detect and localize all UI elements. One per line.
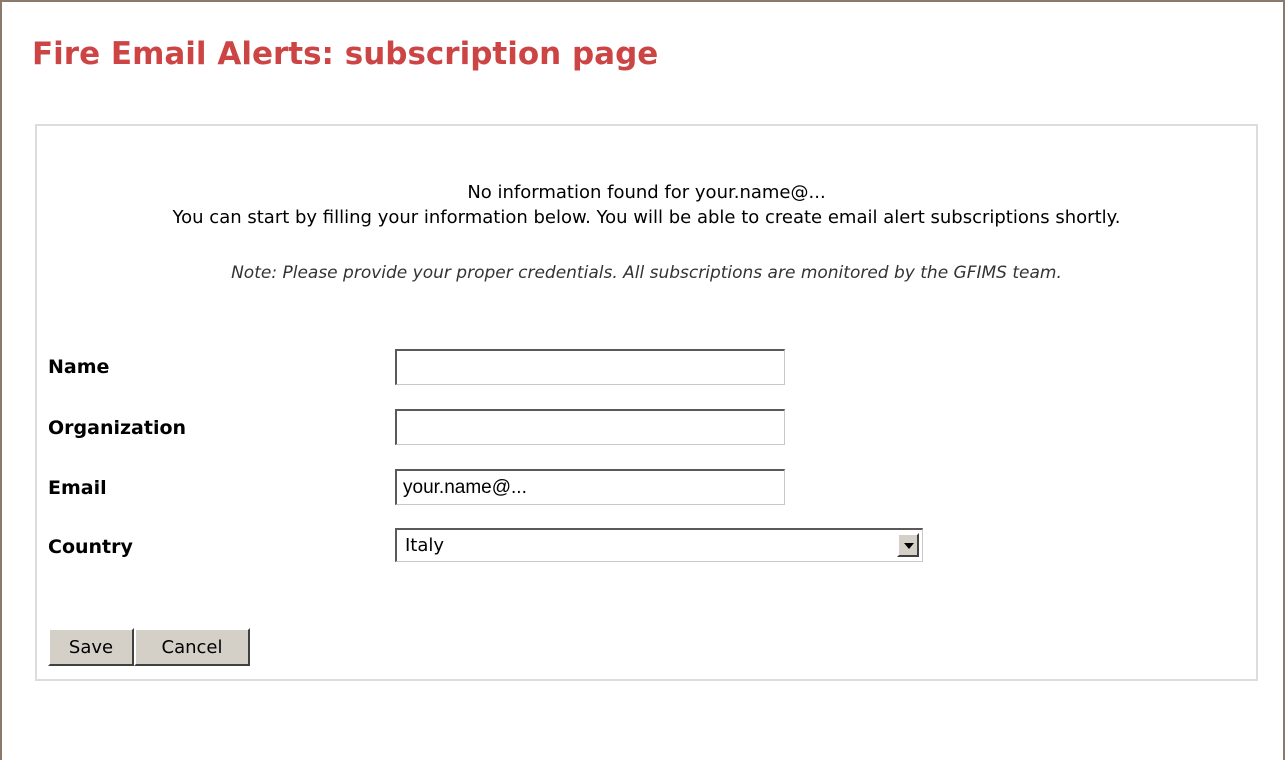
save-button[interactable]: Save xyxy=(48,628,134,666)
email-label: Email xyxy=(48,477,107,499)
page-title: Fire Email Alerts: subscription page xyxy=(32,36,659,72)
organization-label: Organization xyxy=(48,417,187,439)
email-input[interactable] xyxy=(395,469,785,505)
name-input[interactable] xyxy=(395,349,785,385)
country-select[interactable]: Italy xyxy=(395,528,923,562)
chevron-down-icon xyxy=(904,543,914,549)
country-selected-value: Italy xyxy=(405,535,445,556)
country-dropdown-button[interactable] xyxy=(897,533,919,557)
no-info-message: No information found for your.name@... xyxy=(467,182,826,203)
cancel-button[interactable]: Cancel xyxy=(134,628,250,666)
organization-input[interactable] xyxy=(395,409,785,445)
credentials-note: Note: Please provide your proper credent… xyxy=(231,263,1062,283)
subscription-panel: No information found for your.name@... Y… xyxy=(35,124,1258,681)
country-label: Country xyxy=(48,536,133,558)
name-label: Name xyxy=(48,356,110,378)
instructions-message: You can start by filling your informatio… xyxy=(172,207,1121,228)
